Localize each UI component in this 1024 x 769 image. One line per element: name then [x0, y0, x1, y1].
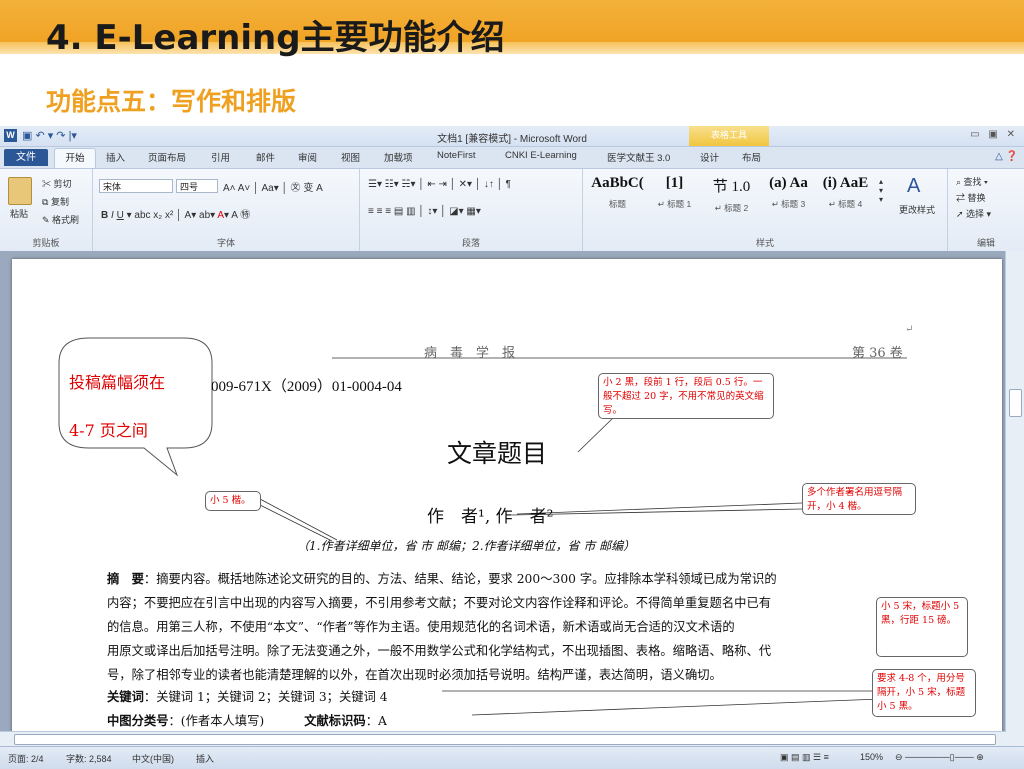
abstract-line-1: 摘 要：摘要内容。概括地陈述论文研究的目的、方法、结果、结论，要求 200～30…: [107, 571, 777, 586]
styles-group: AaBbC(标题 [1] ↵ 标题 1 节 1.0 ↵ 标题 2 (a) Aa ↵ 标…: [583, 169, 948, 251]
style-heading-4[interactable]: (i) AaE ↵ 标题 4: [817, 175, 874, 219]
tab-view[interactable]: 视图: [341, 150, 360, 164]
classification-line: 中图分类号：(作者本人填写) 文献标识码：A: [107, 713, 387, 728]
font-group: 宋体 四号 A˄ A˅ │ Aa▾ │ ㉆ 变 A B I U ▾ abc x₂…: [93, 169, 360, 251]
format-painter-button[interactable]: ✎ 格式刷: [42, 213, 79, 226]
title-format-note: 小 2 黑，段前 1 行，段后 0.5 行。一般不超过 20 字，不用不常见的英…: [598, 373, 774, 419]
tab-cnki-elearning[interactable]: CNKI E-Learning: [505, 150, 577, 161]
volume-header: 第 36 卷: [852, 346, 903, 361]
help-icon[interactable]: △ ❓: [995, 151, 1018, 162]
copy-button[interactable]: ⧉ 复制: [42, 195, 69, 208]
find-button[interactable]: ⌕ 查找 ▾: [956, 175, 988, 188]
select-button[interactable]: ➚ 选择 ▾: [956, 207, 991, 220]
change-styles-button[interactable]: 更改样式: [899, 203, 935, 216]
page-limit-callout-line1: 投稿篇幅须在: [69, 373, 166, 392]
paragraph-group: ☰▾ ☷▾ ☵▾ │ ⇤ ⇥ │ ✕▾ │ ↓↑ │ ¶ ≡ ≡ ≡ ▤ ▥ │…: [360, 169, 583, 251]
abstract-line-4: 用原文或译出后加括号注明。除了无法变通之外，一般不用数学公式和化学结构式，不出现…: [107, 644, 772, 658]
list-icons[interactable]: ☰▾ ☷▾ ☵▾ │ ⇤ ⇥ │ ✕▾ │ ↓↑ │ ¶: [368, 179, 511, 190]
zoom-slider[interactable]: ⊖ ───────▯─── ⊕: [895, 752, 984, 763]
keywords-line: 关键词：关键词 1；关键词 2；关键词 3；关键词 4: [107, 689, 388, 704]
cut-button[interactable]: ✂ 剪切: [42, 177, 72, 190]
cursor-icon: ➚: [956, 209, 967, 219]
abstract-line-5: 号，除了相邻专业的读者也能清楚理解的以外，在首次出现时必须加括号说明。结构严谨，…: [107, 668, 722, 682]
window-title: 文档1 [兼容模式] - Microsoft Word: [437, 134, 587, 145]
journal-header: 病 毒 学 报: [424, 346, 516, 361]
styles-scroll-icon[interactable]: ▴ ▾ ▾: [879, 177, 883, 204]
tab-mailings[interactable]: 邮件: [256, 150, 275, 164]
tab-review[interactable]: 审阅: [298, 150, 317, 164]
authors-line: 作 者¹, 作 者²: [427, 507, 554, 527]
font-group-label: 字体: [216, 238, 235, 248]
horizontal-scroll-thumb[interactable]: [14, 734, 996, 745]
font-name-select[interactable]: 宋体: [99, 179, 173, 193]
tab-home[interactable]: 开始: [54, 148, 96, 169]
document-area: ↵ 病 毒 学 报 第 36 卷 投稿篇幅须在 4-7 页之间 009-671X…: [0, 251, 1006, 749]
style-heading-1[interactable]: [1] ↵ 标题 1: [646, 175, 703, 219]
horizontal-scrollbar[interactable]: [0, 731, 1006, 746]
font-format-icons[interactable]: B I U ▾ abc x₂ x² │ A▾ ab▾ A▾ A ㊕: [101, 206, 250, 221]
title-bar: W ▣ ↶ ▾ ↷ |▾ 文档1 [兼容模式] - Microsoft Word…: [0, 126, 1024, 147]
paragraph-group-label: 段落: [461, 238, 480, 248]
vertical-scroll-thumb[interactable]: [1009, 389, 1022, 417]
zoom-level[interactable]: 150%: [860, 752, 883, 762]
view-buttons[interactable]: ▣ ▤ ▥ ☰ ≡: [780, 752, 829, 763]
article-title: 文章题目: [447, 439, 548, 468]
affiliation-format-note: 小 5 楷。: [205, 491, 261, 511]
binoculars-icon: ⌕: [956, 177, 964, 187]
word-count[interactable]: 字数: 2,584: [66, 752, 112, 765]
replace-icon: ⇄: [956, 193, 968, 203]
editing-group: ⌕ 查找 ▾ ⇄ 替换 ➚ 选择 ▾ 编辑: [948, 169, 1024, 251]
tab-addins[interactable]: 加载项: [384, 150, 413, 164]
page-indicator[interactable]: 页面: 2/4: [8, 752, 44, 765]
clipboard-group: 粘贴 ✂ 剪切 ⧉ 复制 ✎ 格式刷 剪贴板: [0, 169, 93, 251]
issn-line: 009-671X（2009）01-0004-04: [211, 379, 402, 395]
keywords-format-note: 要求 4-8 个，用分号隔开，小 5 宋，标题小 5 黑。: [872, 669, 976, 717]
ribbon-tabs: 文件 开始 插入 页面布局 引用 邮件 审阅 视图 加载项 NoteFirst …: [0, 146, 1024, 169]
tab-page-layout[interactable]: 页面布局: [148, 150, 186, 164]
slide-subtitle: 功能点五：写作和排版: [46, 87, 297, 116]
window-controls[interactable]: ▭ ▣ ✕: [970, 129, 1018, 140]
font-size-select[interactable]: 四号: [176, 179, 218, 193]
page-limit-callout-line2: 4-7 页之间: [69, 421, 148, 440]
abstract-line-3: 的信息。用第三人称，不使用“本文”、“作者”等作为主语。使用规范化的名词术语，新…: [107, 620, 735, 634]
tab-references[interactable]: 引用: [211, 150, 230, 164]
editing-group-label: 编辑: [976, 238, 995, 248]
table-tools-context-tab: 表格工具: [689, 126, 769, 146]
paste-button[interactable]: 粘贴: [10, 207, 28, 220]
author-format-note: 多个作者署名用逗号隔开，小 4 楷。: [802, 483, 916, 515]
status-bar: 页面: 2/4 字数: 2,584 中文(中国) 插入 ▣ ▤ ▥ ☰ ≡ 15…: [0, 746, 1024, 769]
language-indicator[interactable]: 中文(中国): [132, 752, 174, 765]
style-title[interactable]: AaBbC(标题: [589, 175, 646, 219]
styles-group-label: 样式: [755, 238, 774, 248]
abstract-format-note: 小 5 宋，标题小 5 黑，行距 15 磅。: [876, 597, 968, 657]
insert-mode[interactable]: 插入: [196, 752, 214, 765]
paragraph-mark: ↵: [905, 324, 914, 335]
tab-yixue-wenxianwang[interactable]: 医学文献王 3.0: [607, 150, 670, 164]
affiliation-line: （1.作者详细单位，省 市 邮编；2.作者详细单位，省 市 邮编）: [297, 539, 636, 553]
ribbon: 粘贴 ✂ 剪切 ⧉ 复制 ✎ 格式刷 剪贴板 宋体 四号 A˄ A˅ │ Aa▾…: [0, 168, 1024, 252]
tab-insert[interactable]: 插入: [106, 150, 125, 164]
tab-file[interactable]: 文件: [4, 149, 48, 166]
tab-notefirst[interactable]: NoteFirst: [437, 150, 476, 161]
style-heading-3[interactable]: (a) Aa ↵ 标题 3: [760, 175, 817, 219]
change-styles-icon[interactable]: A: [907, 175, 920, 198]
word-window: W ▣ ↶ ▾ ↷ |▾ 文档1 [兼容模式] - Microsoft Word…: [0, 126, 1024, 769]
slide-title: 4. E-Learning主要功能介绍: [46, 18, 505, 58]
replace-button[interactable]: ⇄ 替换: [956, 191, 986, 204]
abstract-line-2: 内容；不要把应在引言中出现的内容写入摘要，不引用参考文献；不要对论文内容作诠释和…: [107, 596, 772, 610]
clipboard-group-label: 剪贴板: [32, 238, 60, 248]
document-page[interactable]: ↵ 病 毒 学 报 第 36 卷 投稿篇幅须在 4-7 页之间 009-671X…: [12, 259, 1002, 749]
align-icons[interactable]: ≡ ≡ ≡ ▤ ▥ │ ↕▾ │ ◪▾ ▦▾: [368, 206, 481, 217]
brush-icon: ✎: [42, 215, 53, 225]
tab-design[interactable]: 设计: [700, 150, 719, 164]
copy-icon: ⧉: [42, 197, 51, 207]
tab-layout[interactable]: 布局: [742, 150, 761, 164]
style-heading-2[interactable]: 节 1.0 ↵ 标题 2: [703, 175, 760, 219]
scissors-icon: ✂: [42, 179, 54, 189]
paste-icon[interactable]: [8, 177, 32, 205]
vertical-scrollbar[interactable]: [1005, 251, 1024, 747]
font-grow-shrink-icons[interactable]: A˄ A˅ │ Aa▾ │ ㉆ 变 A: [223, 179, 323, 194]
